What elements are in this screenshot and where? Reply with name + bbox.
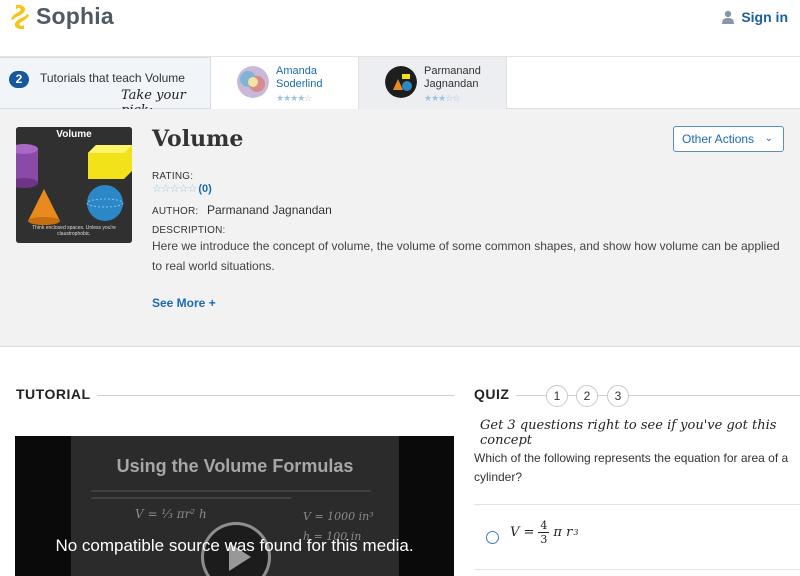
other-actions-label: Other Actions xyxy=(682,132,755,146)
avatar xyxy=(385,66,417,98)
author-label: AUTHOR: xyxy=(152,206,199,217)
thumbnail-title: Volume xyxy=(56,129,92,140)
fraction-denominator: 3 xyxy=(540,533,548,546)
svg-text:V = ⅓ πr² h: V = ⅓ πr² h xyxy=(135,507,207,521)
rating-count: (0) xyxy=(198,182,212,195)
fraction-numerator: 4 xyxy=(538,519,550,533)
answer-formula: V = 4 3 π r 3 xyxy=(510,519,578,546)
page-title: Volume xyxy=(152,126,244,152)
tutorial-option-amanda[interactable]: Amanda Soderlind ★★★★☆ xyxy=(211,57,359,109)
video-error-message: No compatible source was found for this … xyxy=(55,536,414,555)
tutorial-heading: TUTORIAL xyxy=(16,386,91,402)
tutorial-rating-stars: ★★★★☆ xyxy=(276,93,312,103)
quiz-heading: QUIZ xyxy=(474,386,510,402)
tutorial-author-name: Amanda Soderlind xyxy=(276,65,323,90)
tutorial-thumbnail: Volume Think enclosed spaces. Unless you… xyxy=(16,127,132,243)
avatar xyxy=(237,66,269,98)
tutorial-info-panel: Volume Think enclosed spaces. Unless you… xyxy=(0,109,800,347)
quiz-question-1[interactable]: 1 xyxy=(546,385,568,407)
tutorial-chooser: 2 Tutorials that teach Volume Take your … xyxy=(0,57,800,118)
quiz-question-2[interactable]: 2 xyxy=(576,385,598,407)
see-more-link[interactable]: See More + xyxy=(152,296,216,310)
author-name: Parmanand Jagnandan xyxy=(207,203,332,217)
tutorial-chooser-title: Tutorials that teach Volume xyxy=(40,71,185,85)
sophia-logo[interactable]: Sophia xyxy=(10,3,114,30)
sign-in-label: Sign in xyxy=(741,9,788,25)
rating: ☆☆☆☆☆ (0) xyxy=(152,182,212,196)
top-header: Sophia Sign in xyxy=(0,0,800,57)
tutorial-count-badge: 2 xyxy=(9,71,29,88)
thumbnail-caption: Think enclosed spaces. Unless you're cla… xyxy=(32,225,116,237)
other-actions-button[interactable]: Other Actions ⌄ xyxy=(673,126,784,152)
video-player[interactable]: Using the Volume Formulas V = ⅓ πr² h V … xyxy=(15,436,454,576)
user-icon xyxy=(722,10,735,24)
sophia-logo-icon xyxy=(11,4,29,29)
quiz-prompt: Get 3 questions right to see if you've g… xyxy=(480,418,777,448)
logo-text: Sophia xyxy=(36,3,114,29)
formula-fraction: 4 3 xyxy=(538,519,550,546)
quiz-question-3[interactable]: 3 xyxy=(607,385,629,407)
svg-text:V = 1000 in³: V = 1000 in³ xyxy=(303,510,374,523)
tutorial-heading-rule xyxy=(97,395,454,396)
rating-label: RATING: xyxy=(152,171,194,182)
sign-in-link[interactable]: Sign in xyxy=(721,9,788,25)
chevron-down-icon: ⌄ xyxy=(764,133,773,144)
description-text: Here we introduce the concept of volume,… xyxy=(152,239,780,273)
tutorial-rating-stars: ★★★☆☆ xyxy=(424,93,460,103)
tutorial-chooser-intro: 2 Tutorials that teach Volume Take your … xyxy=(0,57,211,118)
description-label: DESCRIPTION: xyxy=(152,225,226,236)
quiz-question-text: Which of the following represents the eq… xyxy=(474,451,789,484)
formula-lhs: V = xyxy=(510,525,535,540)
rating-stars[interactable]: ☆☆☆☆☆ xyxy=(152,182,197,195)
answer-radio[interactable] xyxy=(486,531,499,544)
tutorial-author-name: Parmanand Jagnandan xyxy=(424,65,481,90)
quiz-answer-option[interactable]: V = 4 3 π r 3 xyxy=(474,504,800,570)
tutorial-option-parmanand[interactable]: Parmanand Jagnandan ★★★☆☆ xyxy=(359,57,507,109)
formula-rhs: π r xyxy=(553,525,573,540)
formula-exponent: 3 xyxy=(573,528,579,537)
